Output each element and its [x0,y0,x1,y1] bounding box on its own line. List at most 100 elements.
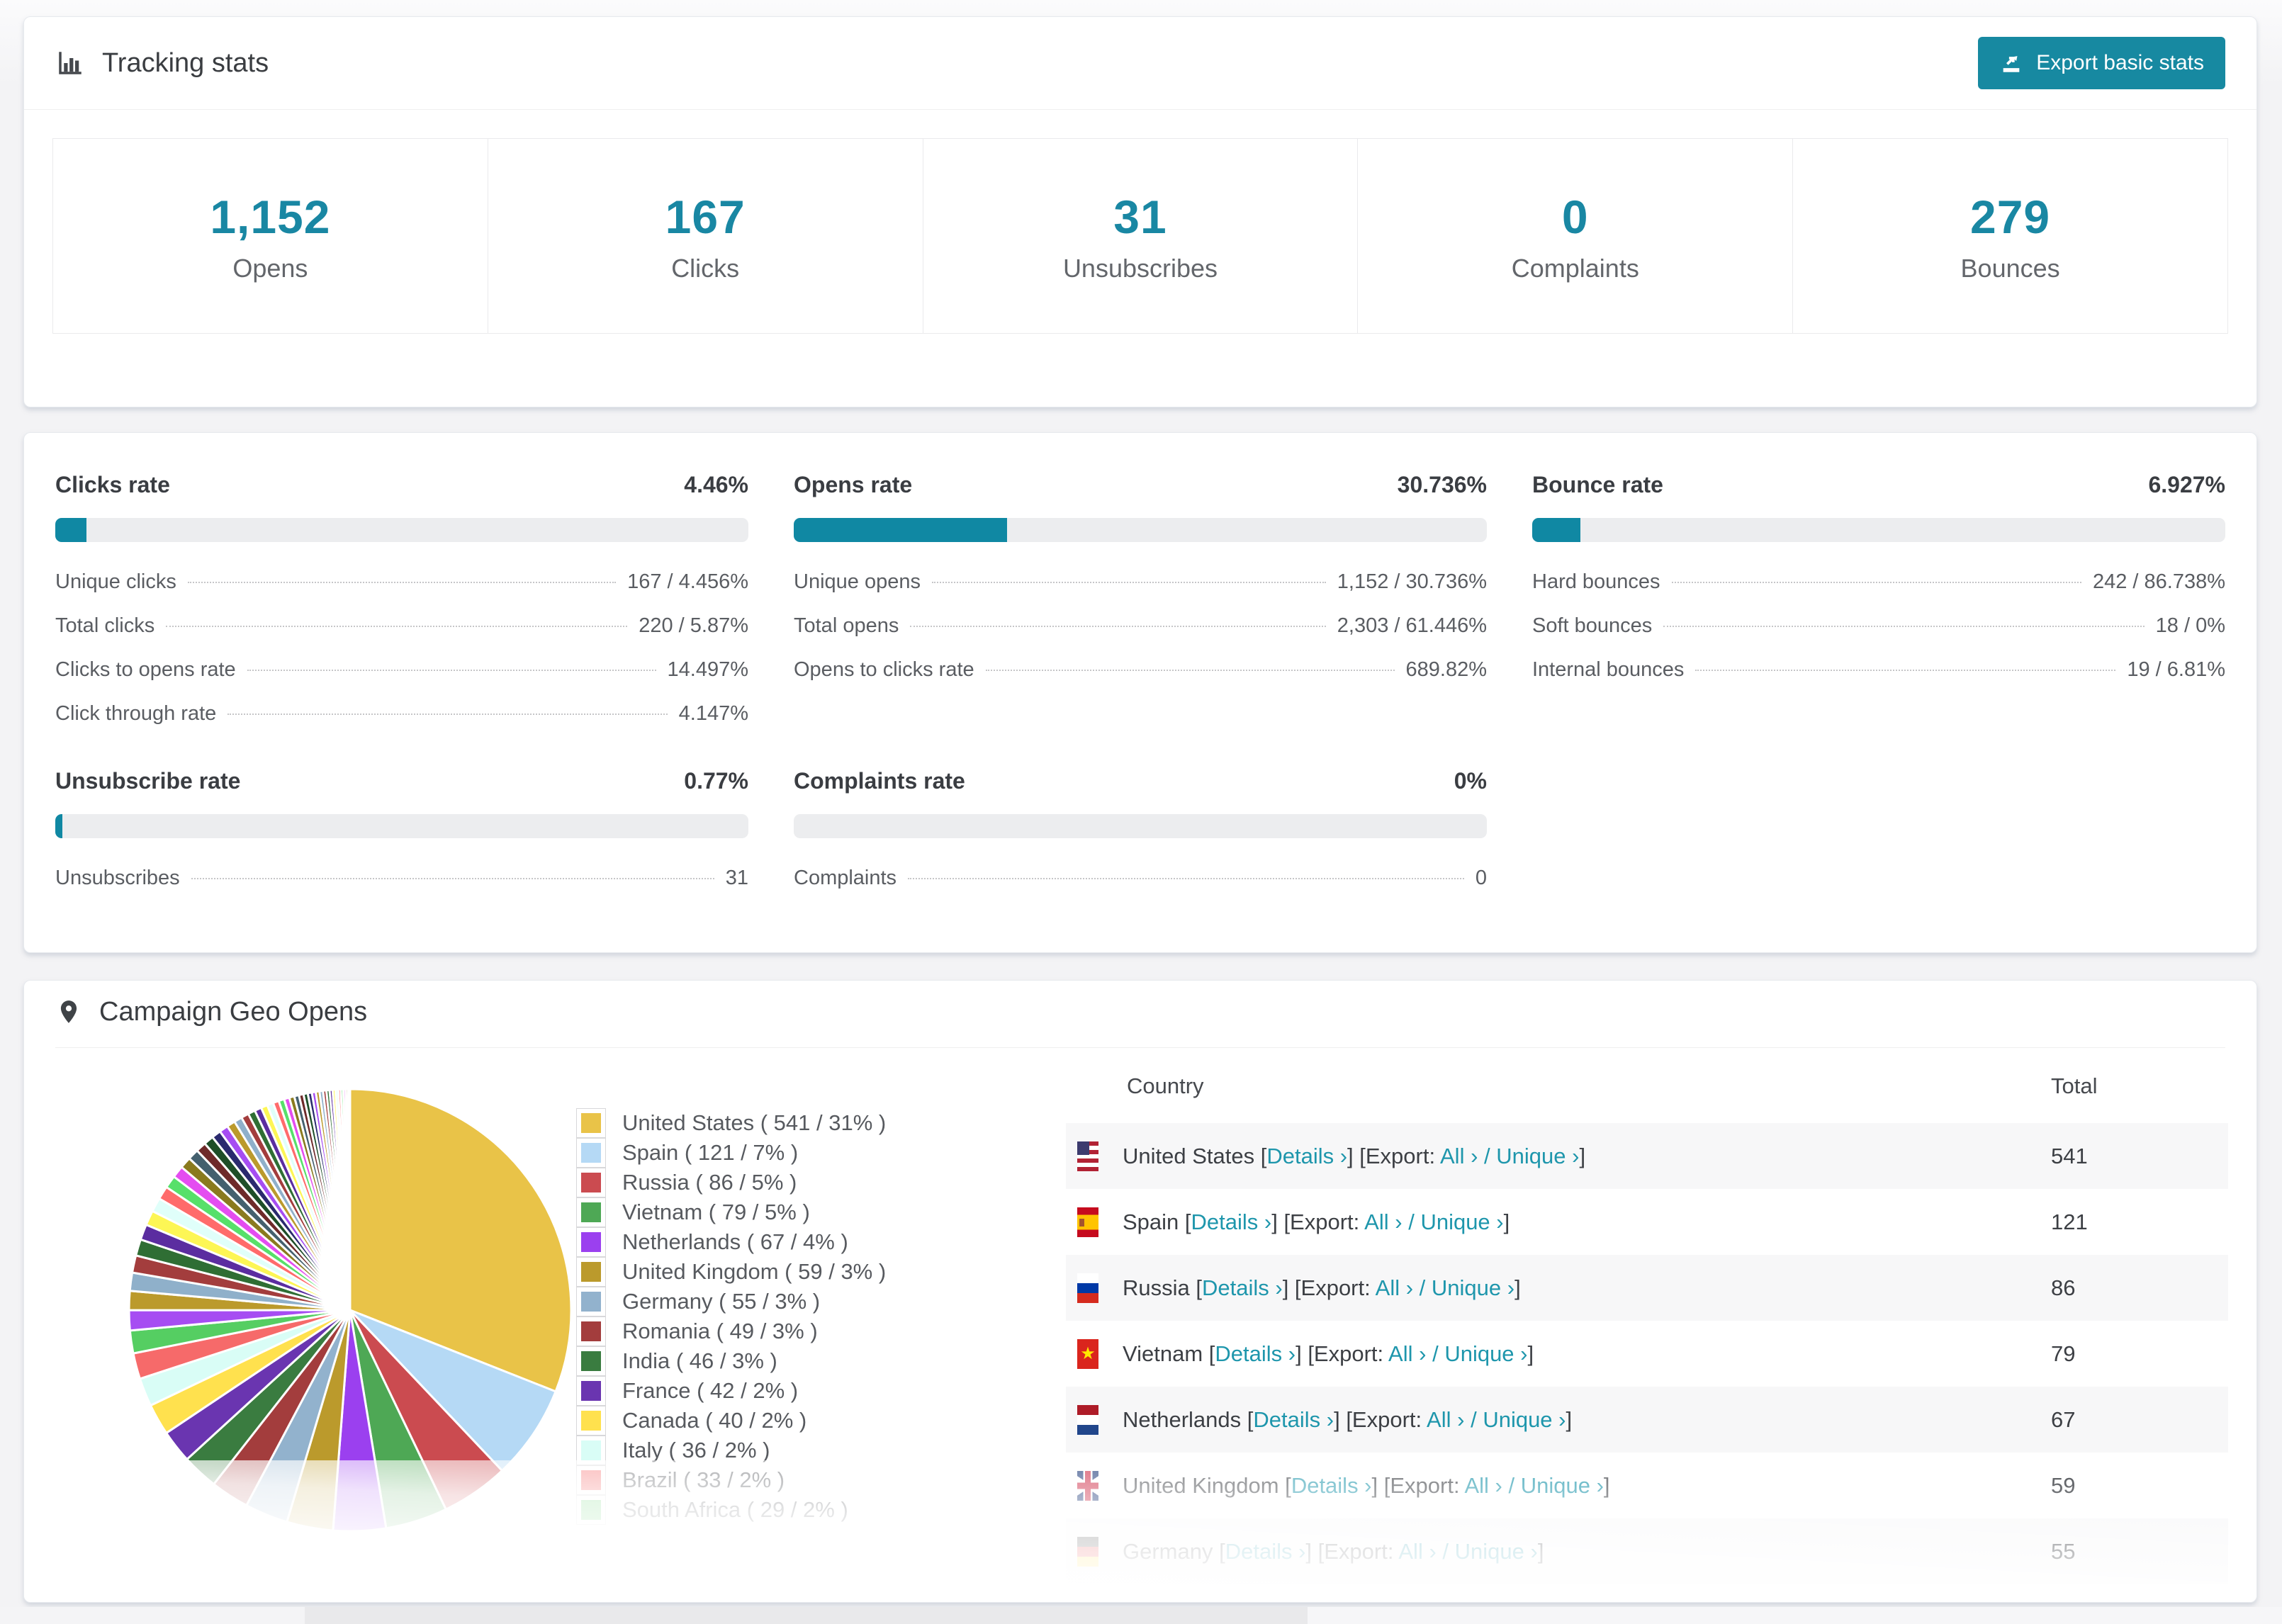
rate-row: Unique opens 1,152 / 30.736% [794,570,1487,594]
details-link-germany[interactable]: Details › [1225,1539,1306,1564]
rate-row: Unsubscribes 31 [55,867,748,890]
export-unique-link-germany[interactable]: Unique › [1455,1539,1538,1564]
horizontal-scrollbar[interactable] [0,1607,2282,1624]
export-all-link-united-kingdom[interactable]: All › [1464,1473,1502,1498]
column-header-country: Country [1127,1073,1204,1098]
table-row-netherlands: Netherlands [Details ›] [Export: All › /… [1066,1387,2228,1453]
legend-item-brazil[interactable]: Brazil ( 33 / 2% ) [576,1465,1066,1495]
summary-stat-value: 0 [1561,191,1589,243]
legend-label: Romania ( 49 / 3% ) [622,1319,818,1343]
export-all-link-vietnam[interactable]: All › [1388,1341,1426,1366]
summary-stat-unsubscribes: 31 Unsubscribes [923,139,1359,333]
rate-block-bounce-rate: Bounce rate 6.927% Hard bounces 242 / 86.73… [1532,472,2225,726]
rate-header: Opens rate 30.736% [794,472,1487,498]
legend-item-united-states[interactable]: United States ( 541 / 31% ) [576,1108,1066,1138]
legend-item-netherlands[interactable]: Netherlands ( 67 / 4% ) [576,1227,1066,1257]
export-unique-link-netherlands[interactable]: Unique › [1483,1407,1566,1432]
export-all-link-united-states[interactable]: All › [1440,1144,1478,1168]
export-separator: / [1432,1341,1439,1366]
details-link-netherlands[interactable]: Details › [1253,1407,1334,1432]
legend-item-united-kingdom[interactable]: United Kingdom ( 59 / 3% ) [576,1257,1066,1287]
country-name: Russia [ [1123,1275,1202,1300]
legend-item-vietnam[interactable]: Vietnam ( 79 / 5% ) [576,1197,1066,1227]
total-cell: 59 [2051,1472,2076,1498]
details-link-russia[interactable]: Details › [1202,1275,1283,1300]
legend-item-italy[interactable]: Italy ( 36 / 2% ) [576,1436,1066,1465]
details-link-united-states[interactable]: Details › [1266,1144,1347,1168]
export-basic-stats-button[interactable]: Export basic stats [1978,37,2225,89]
legend-swatch [576,1257,606,1287]
details-link-spain[interactable]: Details › [1191,1209,1272,1234]
geo-opens-pie-svg [128,1088,573,1533]
legend-item-india[interactable]: India ( 46 / 3% ) [576,1346,1066,1376]
total-cell: 67 [2051,1406,2076,1432]
legend-item-canada[interactable]: Canada ( 40 / 2% ) [576,1406,1066,1436]
legend-label: Russia ( 86 / 5% ) [622,1170,797,1195]
dotted-leader [908,878,1464,879]
export-close: ] [1503,1209,1510,1234]
export-button-label: Export basic stats [2036,51,2204,74]
export-separator: / [1419,1275,1426,1300]
rate-value: 4.46% [684,472,748,497]
flag-us-icon [1077,1141,1098,1171]
rates-panel: Clicks rate 4.46% Unique clicks 167 / 4.456… [23,432,2257,953]
details-link-united-kingdom[interactable]: Details › [1291,1473,1372,1498]
export-all-link-russia[interactable]: All › [1376,1275,1413,1300]
export-all-link-germany[interactable]: All › [1398,1539,1436,1564]
rate-row-value: 0 [1475,867,1487,889]
legend-swatch [576,1168,606,1197]
export-unique-link-united-states[interactable]: Unique › [1496,1144,1579,1168]
rate-rows: Complaints 0 [794,867,1487,890]
rate-progress-track [1532,518,2225,542]
rate-row-label: Total opens [794,614,899,637]
geo-title: Campaign Geo Opens [99,997,368,1027]
geo-header: Campaign Geo Opens [24,981,2256,1047]
tracking-stats-header: Tracking stats Export basic stats [24,17,2256,109]
total-cell: 79 [2051,1341,2076,1366]
geo-pie-legend: United States ( 541 / 31% ) Spain ( 121 /… [576,1048,1066,1526]
flag-nl-icon [1077,1404,1098,1435]
rate-header: Clicks rate 4.46% [55,472,748,498]
rate-row: Click through rate 4.147% [55,702,748,726]
export-close: ] [1579,1143,1586,1168]
export-unique-link-russia[interactable]: Unique › [1432,1275,1514,1300]
export-all-link-netherlands[interactable]: All › [1427,1407,1464,1432]
dotted-leader [187,582,617,583]
export-unique-link-united-kingdom[interactable]: Unique › [1521,1473,1604,1498]
export-prefix: ] [Export: [1295,1341,1389,1366]
rate-progress-fill [55,518,86,542]
geo-table: Country Total United States [Details ›] … [1066,1048,2228,1584]
legend-swatch [576,1316,606,1346]
country-links: United States [Details ›] [Export: All ›… [1123,1144,1585,1169]
rate-title: Complaints rate [794,768,965,794]
country-cell: Vietnam [Details ›] [Export: All › / Uni… [1066,1338,2051,1369]
country-name: United States [ [1123,1143,1267,1168]
total-cell: 121 [2051,1209,2088,1234]
flag-vn-icon [1077,1338,1098,1369]
legend-label: United States ( 541 / 31% ) [622,1110,887,1135]
flag-ru-icon [1077,1273,1098,1303]
country-cell: Netherlands [Details ›] [Export: All › /… [1066,1404,2051,1435]
legend-item-spain[interactable]: Spain ( 121 / 7% ) [576,1138,1066,1168]
rate-row-label: Unique clicks [55,570,176,593]
rate-progress-track [55,814,748,838]
dotted-leader [910,626,1326,627]
legend-item-romania[interactable]: Romania ( 49 / 3% ) [576,1316,1066,1346]
dotted-leader [985,670,1395,671]
export-unique-link-spain[interactable]: Unique › [1420,1209,1503,1234]
legend-item-russia[interactable]: Russia ( 86 / 5% ) [576,1168,1066,1197]
legend-item-france[interactable]: France ( 42 / 2% ) [576,1376,1066,1406]
dotted-leader [247,670,656,671]
legend-swatch [576,1108,606,1138]
export-all-link-spain[interactable]: All › [1364,1209,1402,1234]
table-row-united-states: United States [Details ›] [Export: All ›… [1066,1123,2228,1189]
legend-item-germany[interactable]: Germany ( 55 / 3% ) [576,1287,1066,1316]
total-cell: 86 [2051,1275,2076,1300]
legend-item-south-africa[interactable]: South Africa ( 29 / 2% ) [576,1495,1066,1525]
export-unique-link-vietnam[interactable]: Unique › [1444,1341,1527,1366]
details-link-vietnam[interactable]: Details › [1215,1341,1295,1366]
dotted-leader [1671,582,2081,583]
export-separator: / [1508,1472,1515,1498]
